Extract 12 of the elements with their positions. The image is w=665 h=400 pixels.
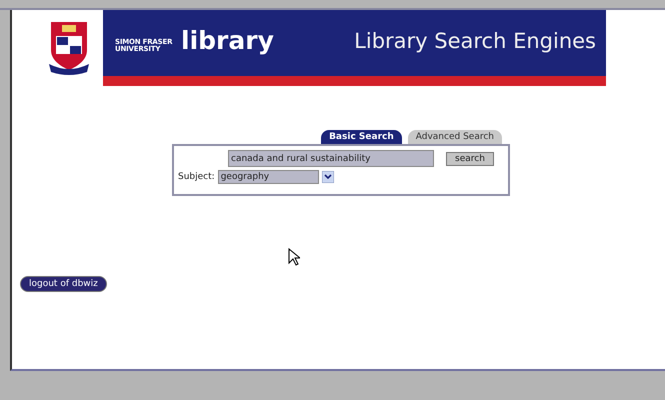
- subject-dropdown[interactable]: geography: [218, 170, 334, 184]
- mouse-pointer-icon: [288, 248, 300, 266]
- chevron-down-icon[interactable]: [322, 171, 334, 183]
- logout-button[interactable]: logout of dbwiz: [20, 276, 107, 292]
- search-tab[interactable]: Advanced Search: [408, 130, 502, 144]
- search-field[interactable]: canada and rural sustainability: [228, 150, 434, 167]
- page-title: Library Search Engines: [354, 29, 596, 53]
- search-button[interactable]: search: [446, 152, 494, 166]
- search-tab[interactable]: Basic Search: [321, 130, 402, 144]
- crest-icon: [47, 20, 91, 76]
- subject-label: Subject:: [178, 172, 215, 182]
- library-logo-text: library: [181, 29, 274, 53]
